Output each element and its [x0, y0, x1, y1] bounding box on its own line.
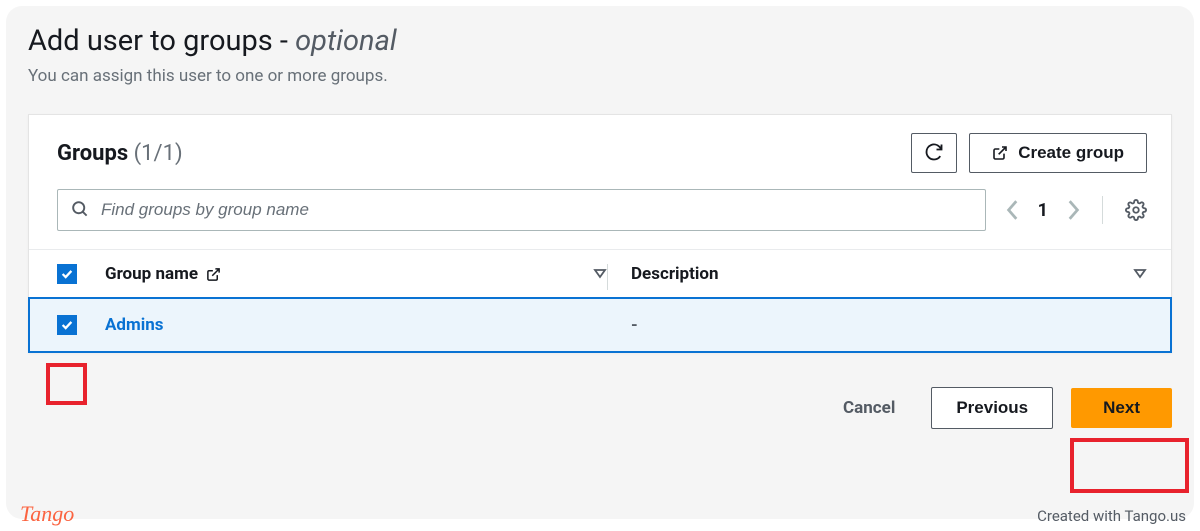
row-group-name-cell: Admins [105, 315, 607, 335]
external-link-icon [206, 267, 221, 282]
table-row[interactable]: Admins - [29, 298, 1171, 352]
row-description-cell: - [607, 315, 1147, 335]
panel-title: Groups (1/1) [57, 141, 183, 166]
refresh-button[interactable] [911, 133, 957, 173]
header-checkbox-cell [57, 264, 105, 284]
sort-icon[interactable] [593, 264, 607, 284]
page-header: Add user to groups - optional You can as… [28, 24, 1172, 86]
page-title: Add user to groups - optional [28, 24, 1172, 58]
page-subtitle: You can assign this user to one or more … [28, 66, 1172, 86]
search-input[interactable] [101, 200, 973, 220]
footer-actions: Cancel Previous Next [28, 353, 1172, 429]
page-title-text: Add user to groups - [28, 24, 295, 58]
previous-button[interactable]: Previous [931, 387, 1053, 429]
pagination: 1 [1006, 196, 1147, 224]
watermark-logo: Tango [20, 501, 74, 527]
column-group-name[interactable]: Group name [105, 264, 607, 284]
cancel-button[interactable]: Cancel [825, 398, 913, 418]
create-group-label: Create group [1018, 143, 1124, 163]
search-pagination-row: 1 [29, 189, 1171, 249]
group-name-link[interactable]: Admins [105, 315, 163, 335]
refresh-icon [924, 142, 944, 165]
search-box[interactable] [57, 189, 986, 231]
column-divider [607, 264, 608, 290]
panel-actions: Create group [911, 133, 1147, 173]
row-checkbox-cell [57, 315, 105, 335]
pagination-prev-icon[interactable] [1006, 199, 1020, 221]
page-title-optional: optional [295, 24, 397, 58]
watermark-text: Created with Tango.us [1037, 507, 1186, 525]
column-group-name-label: Group name [105, 264, 198, 284]
description-value: - [631, 315, 638, 335]
sort-icon[interactable] [1133, 264, 1147, 284]
next-button[interactable]: Next [1071, 388, 1172, 428]
column-description-label: Description [631, 264, 718, 284]
column-description[interactable]: Description [607, 264, 1147, 284]
pagination-page: 1 [1038, 200, 1048, 221]
panel-header: Groups (1/1) [29, 115, 1171, 189]
settings-icon[interactable] [1125, 199, 1147, 221]
groups-panel: Groups (1/1) [28, 114, 1172, 353]
select-all-checkbox[interactable] [57, 264, 77, 284]
search-icon [70, 199, 89, 222]
panel-title-count: (1/1) [134, 141, 183, 166]
create-group-button[interactable]: Create group [969, 133, 1147, 173]
row-checkbox[interactable] [57, 315, 77, 335]
external-link-icon [992, 145, 1008, 161]
highlight-annotation-next [1070, 438, 1189, 493]
pagination-divider [1102, 196, 1103, 224]
table-header: Group name Description [29, 249, 1171, 298]
pagination-next-icon[interactable] [1066, 199, 1080, 221]
panel-title-text: Groups [57, 141, 128, 166]
